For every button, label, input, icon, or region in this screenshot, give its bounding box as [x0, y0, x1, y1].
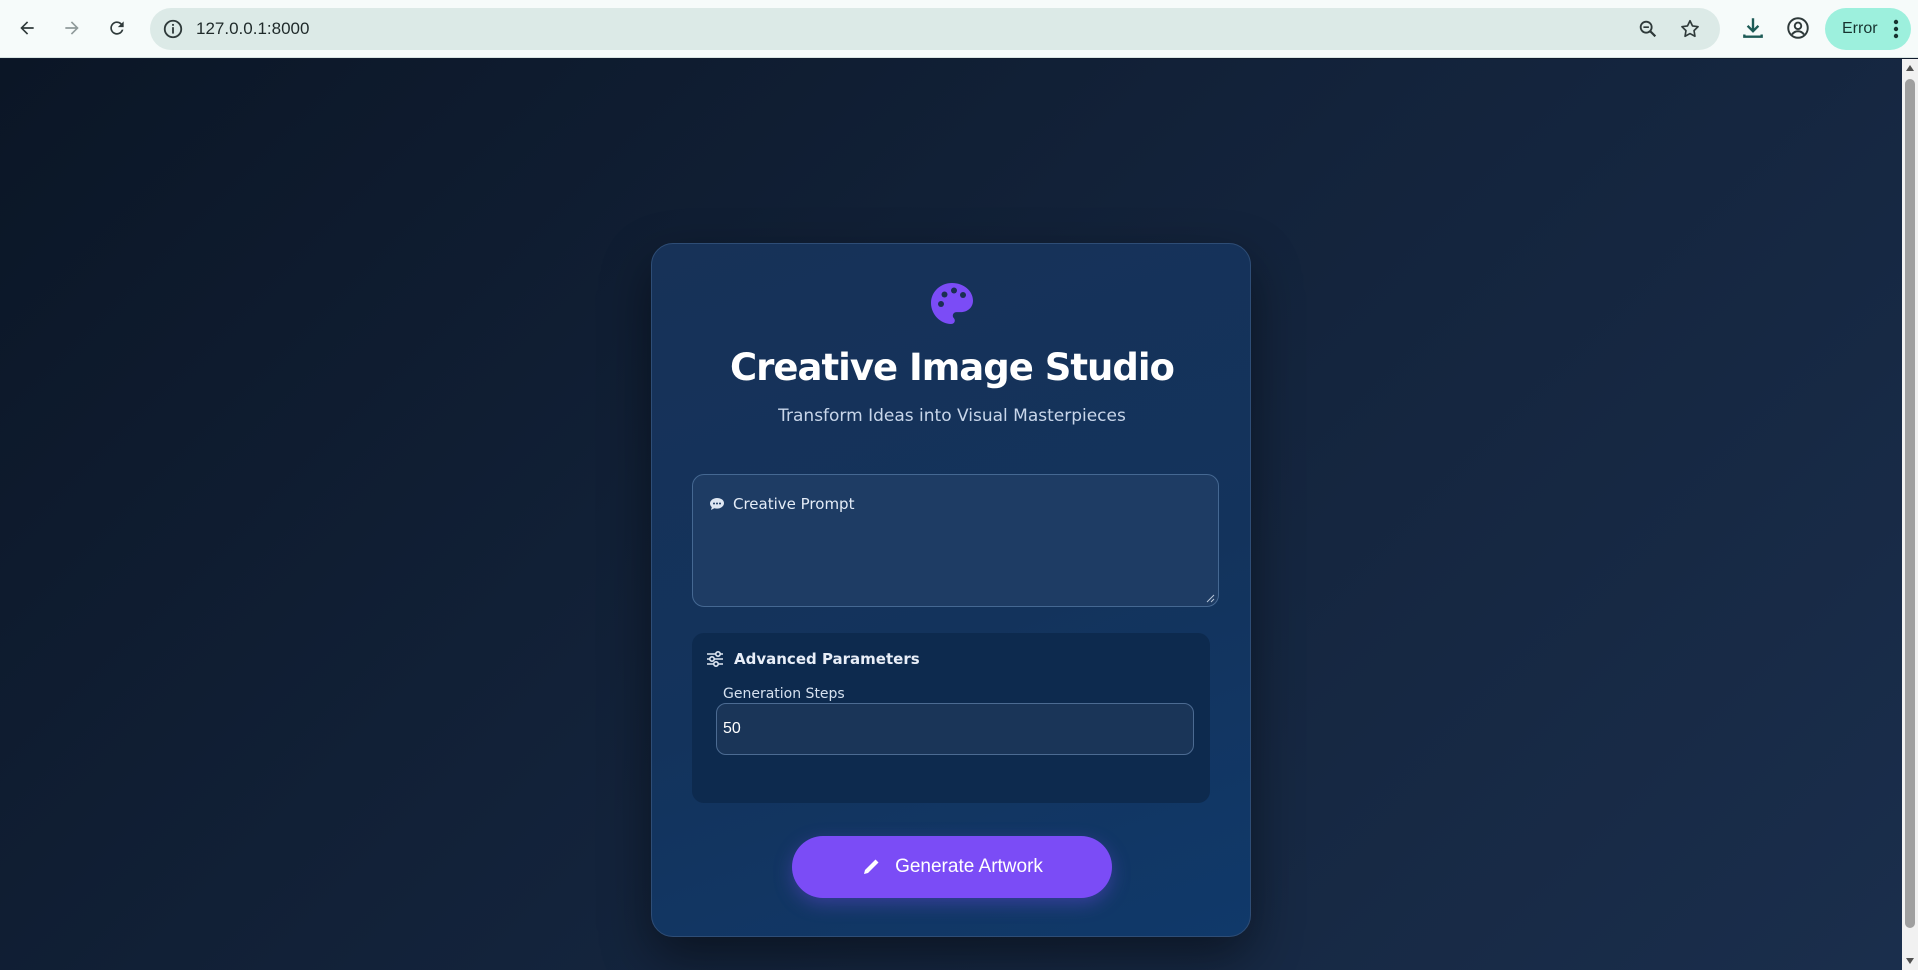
reload-button[interactable] [100, 11, 134, 45]
generation-steps-input[interactable] [716, 703, 1194, 755]
generate-artwork-button[interactable]: Generate Artwork [792, 836, 1112, 898]
advanced-parameters-heading: Advanced Parameters [734, 650, 920, 668]
profile-error-button[interactable]: Error [1825, 8, 1911, 50]
arrow-right-icon [65, 21, 79, 35]
arrow-left-icon [20, 21, 34, 35]
scroll-up-icon[interactable] [1905, 64, 1915, 72]
resize-handle-icon[interactable] [1206, 594, 1215, 603]
generation-steps-label: Generation Steps [723, 686, 845, 702]
download-icon[interactable] [1740, 15, 1766, 41]
profile-error-label: Error [1842, 20, 1878, 37]
creative-prompt-input[interactable]: Creative Prompt [692, 474, 1219, 607]
url-text[interactable]: 127.0.0.1:8000 [196, 19, 309, 39]
forward-button[interactable] [55, 11, 89, 45]
account-icon[interactable] [1785, 15, 1811, 41]
comment-icon [710, 498, 724, 510]
page-subtitle: Transform Ideas into Visual Masterpieces [778, 406, 1126, 426]
kebab-menu-icon[interactable] [1893, 19, 1899, 39]
studio-card: Creative Image Studio Transform Ideas in… [651, 243, 1251, 937]
page-scrollbar[interactable] [1902, 59, 1918, 970]
sliders-icon [707, 650, 723, 668]
page-title: Creative Image Studio [730, 346, 1175, 389]
browser-toolbar: 127.0.0.1:8000 Error [0, 0, 1918, 58]
zoom-icon[interactable] [1637, 18, 1659, 40]
advanced-parameters-header: Advanced Parameters [706, 650, 920, 668]
prompt-label-group: Creative Prompt [709, 495, 854, 513]
page-background: Creative Image Studio Transform Ideas in… [0, 59, 1902, 970]
scroll-down-icon[interactable] [1905, 957, 1915, 965]
prompt-label: Creative Prompt [733, 495, 855, 513]
pencil-icon [864, 859, 879, 874]
generate-artwork-label: Generate Artwork [895, 856, 1043, 877]
info-icon[interactable] [162, 18, 184, 40]
star-icon[interactable] [1679, 18, 1701, 40]
address-bar[interactable]: 127.0.0.1:8000 [150, 8, 1720, 50]
advanced-parameters-panel: Advanced Parameters Generation Steps [692, 633, 1210, 803]
back-button[interactable] [10, 11, 44, 45]
scroll-thumb[interactable] [1905, 79, 1915, 928]
reload-icon [110, 21, 124, 35]
palette-icon [931, 283, 973, 324]
